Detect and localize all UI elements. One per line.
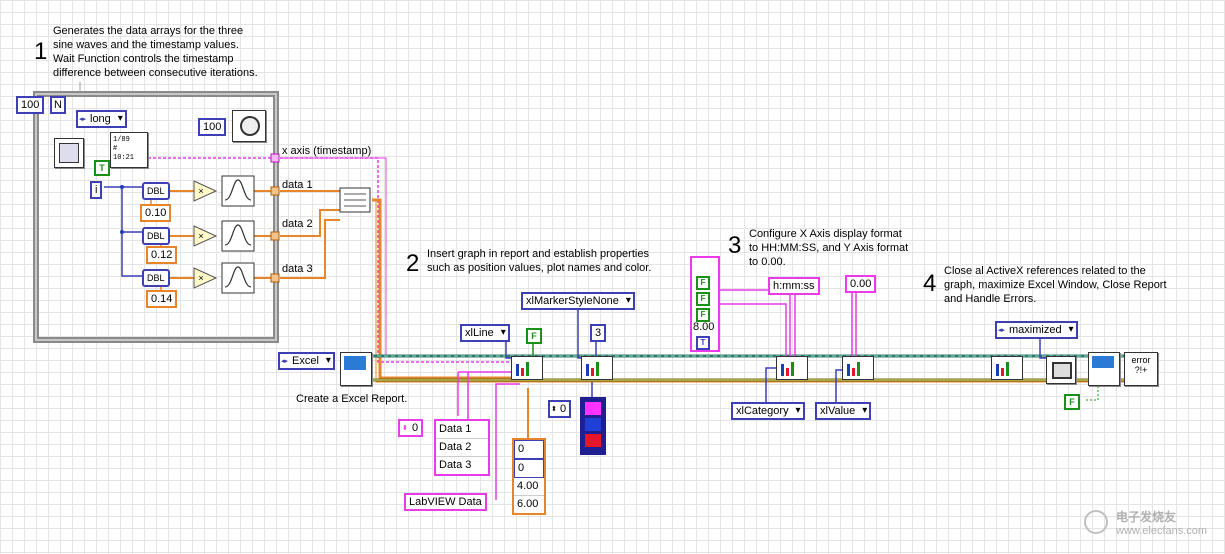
value-axis-enum[interactable]: xlValue [815,402,872,420]
watermark-logo-icon [1084,510,1108,534]
wait-ms-constant[interactable]: 100 [198,118,227,136]
axis-bool-1[interactable]: F [696,276,710,290]
color-index-value: 0 [560,403,567,415]
error-handler-label: error ?!+ [1131,355,1151,375]
clock-icon [240,116,260,136]
plot-name-item[interactable]: Data 2 [436,439,488,457]
set-graph-properties-node[interactable] [581,356,613,380]
axis-settings-cluster[interactable]: F F F 8.00 T [690,256,720,352]
series-name-constant[interactable]: LabVIEW Data [404,493,487,511]
step-4-note: Close al ActiveX references related to t… [944,265,1167,305]
svg-text:×: × [198,231,203,241]
axis-true-constant[interactable]: T [696,336,710,350]
new-report-node[interactable] [340,352,372,386]
maximize-window-node[interactable] [1046,356,1076,384]
data-2-wire-label: data 2 [282,218,313,230]
step-2-note: Insert graph in report and establish pro… [427,248,652,274]
watermark-line2: www.elecfans.com [1116,525,1208,537]
plot-names-index-value: 0 [412,422,419,434]
wait-function-node[interactable] [232,110,266,142]
line-style-enum[interactable]: xlLine [460,324,510,342]
svg-text:×: × [198,186,203,196]
factor-constant-1[interactable]: 0.10 [140,204,172,222]
calendar-icon [59,143,79,163]
step-4-number: 4 [923,270,937,297]
step-3-number: 3 [728,232,742,259]
marker-style-enum[interactable]: xlMarkerStyleNone [521,292,635,310]
factor-constant-3[interactable]: 0.14 [146,290,178,308]
factor-constant-2[interactable]: 0.12 [146,246,178,264]
dbl-convert-2[interactable]: DBL [142,227,170,245]
color-swatch[interactable] [585,402,601,415]
color-swatch[interactable] [585,418,601,431]
window-icon [1052,362,1072,379]
position-value-item[interactable]: 6.00 [514,496,544,513]
dbl-convert-1[interactable]: DBL [142,182,170,200]
category-axis-enum[interactable]: xlCategory [731,402,805,420]
color-swatch[interactable] [585,434,601,447]
loop-count-terminal: N [50,96,66,114]
step-1-note: Generates the data arrays for the three … [53,25,258,79]
dbl-convert-3[interactable]: DBL [142,269,170,287]
y-format-string[interactable]: 0.00 [845,275,877,293]
axis-bool-3[interactable]: F [696,308,710,322]
axis-bool-2[interactable]: F [696,292,710,306]
false-constant-graph[interactable]: F [526,328,542,344]
step-1-number: 1 [34,38,48,65]
x-axis-wire-label: x axis (timestamp) [282,145,372,157]
set-x-axis-format-node[interactable] [776,356,808,380]
set-y-axis-format-node[interactable] [842,356,874,380]
close-graph-refs-node[interactable] [991,356,1023,380]
report-type-enum[interactable]: Excel [278,352,335,370]
position-values-array[interactable]: 0 0 4.00 6.00 [512,438,546,515]
watermark-line1: 电子发烧友 [1116,510,1177,524]
position-value-item[interactable]: 0 [514,440,544,459]
position-value-item[interactable]: 4.00 [514,478,544,496]
axis-number-value[interactable]: 8.00 [693,321,714,333]
create-report-label: Create a Excel Report. [296,393,408,405]
window-state-enum[interactable]: maximized [995,321,1078,339]
format-icon: 1/89 #10:21 [113,136,135,162]
plot-name-item[interactable]: Data 3 [436,457,488,474]
iteration-terminal: i [90,181,103,199]
report-icon [1092,356,1114,368]
insert-graph-node[interactable] [511,356,543,380]
plot-names-array[interactable]: Data 1 Data 2 Data 3 [434,419,490,476]
plot-colors-array[interactable] [580,397,606,455]
plot-name-item[interactable]: Data 1 [436,421,488,439]
index-spinner-icon: ⬍ [402,425,408,432]
plot-names-index[interactable]: ⬍ 0 [398,419,424,437]
data-3-wire-label: data 3 [282,263,313,275]
report-icon [344,356,366,370]
false-constant-close[interactable]: F [1064,394,1080,410]
position-value-item[interactable]: 0 [514,459,544,478]
step-2-number: 2 [406,250,420,277]
loop-count-constant[interactable]: 100 [16,96,45,114]
true-constant-loop[interactable]: T [94,160,110,176]
step-3-note: Configure X Axis display format to HH:MM… [749,228,909,268]
close-report-node[interactable] [1088,352,1120,386]
marker-size-constant[interactable]: 3 [590,324,607,342]
svg-text:×: × [198,273,203,283]
time-format-string[interactable]: h:mm:ss [768,277,820,295]
time-format-enum[interactable]: long [76,110,127,128]
index-spinner-icon: ⬍ [551,406,557,413]
get-date-time-node[interactable] [54,138,84,168]
color-index[interactable]: ⬍ 0 [548,400,572,418]
format-date-time-node[interactable]: 1/89 #10:21 [110,132,148,168]
simple-error-handler-node[interactable]: error ?!+ [1124,352,1158,386]
data-1-wire-label: data 1 [282,179,313,191]
